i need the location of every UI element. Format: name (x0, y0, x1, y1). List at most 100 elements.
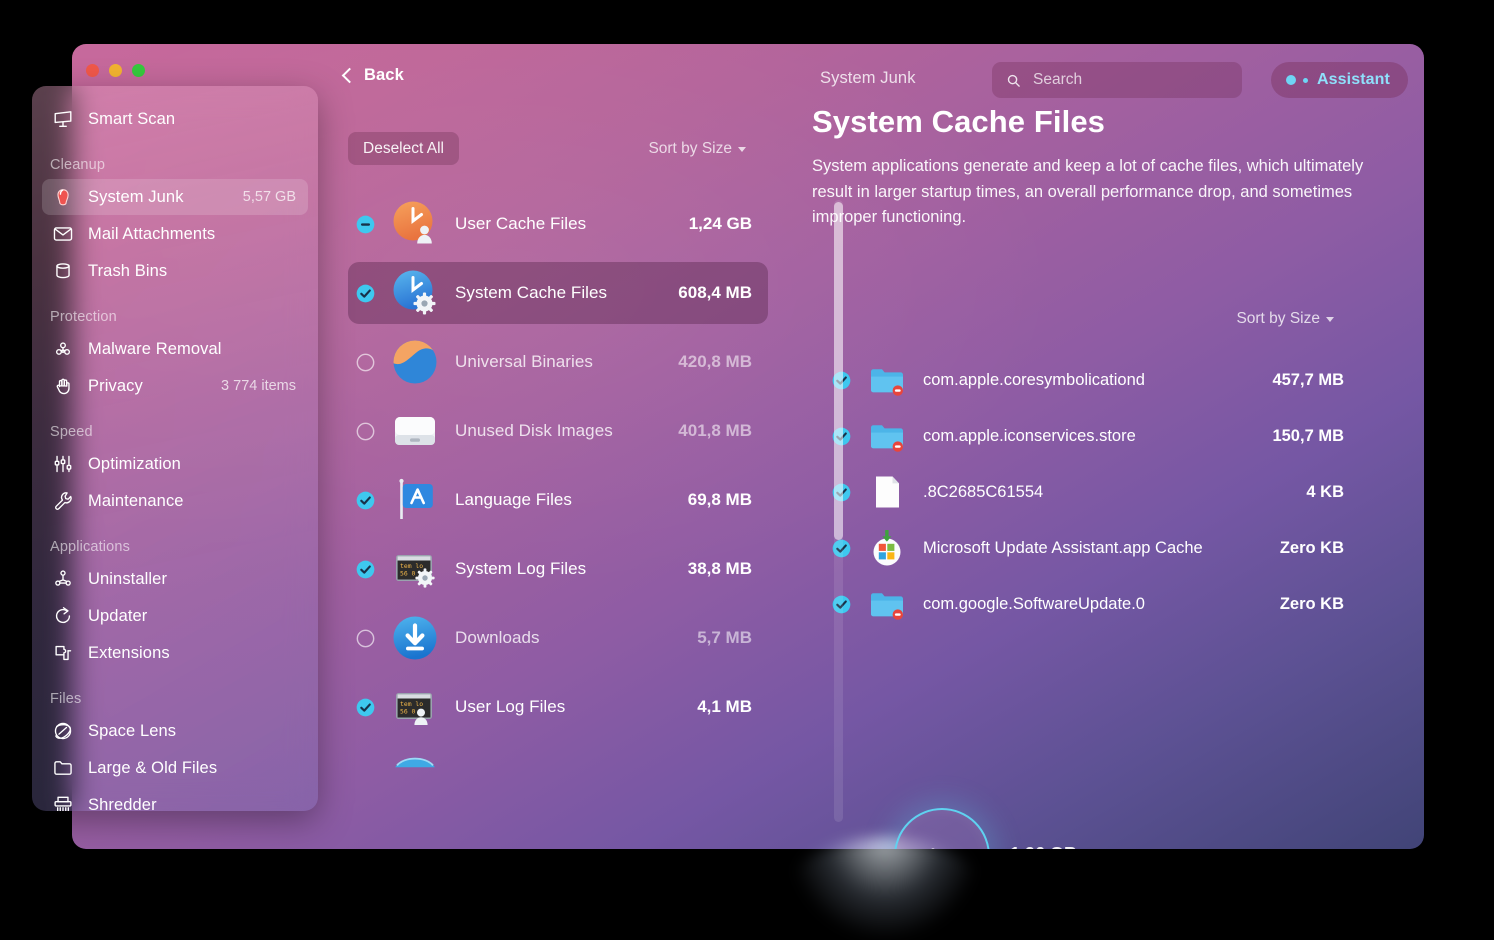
search-input[interactable]: Search (992, 62, 1242, 98)
table-row[interactable]: Universal Binaries 420,8 MB (348, 331, 768, 393)
assistant-dot-large-icon (1286, 75, 1296, 85)
zoom-button[interactable] (132, 64, 145, 77)
row-label: Unused Disk Images (455, 421, 613, 440)
sidebar-item-badge: 3 774 items (221, 378, 296, 394)
table-row[interactable]: User Cache Files 1,24 GB (348, 193, 768, 255)
deselect-all-button[interactable]: Deselect All (348, 132, 459, 165)
universal-binaries-icon (391, 338, 439, 386)
sidebar-item-label: Updater (88, 606, 148, 625)
search-icon (1007, 74, 1020, 87)
updater-icon (52, 605, 74, 627)
assistant-label: Assistant (1317, 71, 1390, 88)
sidebar-group-title: Speed (50, 424, 93, 440)
sidebar-item-uninstaller[interactable]: Uninstaller (42, 561, 308, 597)
list-item[interactable]: com.apple.coresymbolicationd 457,7 MB (832, 352, 1344, 408)
row-label: User Log Files (455, 697, 566, 716)
file-size: Zero KB (1279, 538, 1344, 557)
shredder-icon (52, 794, 74, 811)
sidebar-item-maintenance[interactable]: Maintenance (42, 483, 308, 519)
table-row[interactable]: Unused Disk Images 401,8 MB (348, 400, 768, 462)
chevron-down-icon (738, 146, 746, 152)
sidebar-item-malware-removal[interactable]: Malware Removal (42, 331, 308, 367)
sidebar-item-privacy[interactable]: Privacy 3 774 items (42, 368, 308, 404)
sidebar-item-label: System Junk (88, 187, 184, 206)
table-row[interactable]: System Cache Files 608,4 MB (348, 262, 768, 324)
microsoft-update-icon (869, 529, 905, 566)
list-item[interactable]: .8C2685C61554 4 KB (832, 464, 1344, 520)
system-junk-icon (52, 186, 74, 208)
assistant-button[interactable]: Assistant (1271, 62, 1408, 98)
list-item[interactable]: com.google.SoftwareUpdate.0 Zero KB (832, 576, 1344, 632)
center-sort-label: Sort by Size (648, 140, 732, 157)
table-row[interactable]: tem lo 56 0 User Log Files 4,1 MB (348, 676, 768, 738)
detail-description: System applications generate and keep a … (812, 157, 1364, 226)
row-size: 401,8 MB (678, 421, 752, 440)
clean-button[interactable]: Clean (894, 808, 990, 849)
biohazard-icon (52, 338, 74, 360)
folder-blocked-icon (869, 362, 905, 398)
blank-document-icon (869, 474, 905, 510)
sidebar-item-shredder[interactable]: Shredder (42, 787, 308, 811)
sidebar-group-title: Applications (50, 539, 130, 555)
system-cache-clock-icon (391, 269, 439, 317)
sidebar-item-optimization[interactable]: Optimization (42, 446, 308, 482)
sidebar-item-label: Uninstaller (88, 569, 168, 588)
table-row[interactable]: Downloads 5,7 MB (348, 607, 768, 669)
table-row[interactable]: Language Files 69,8 MB (348, 469, 768, 531)
row-checkbox[interactable] (356, 629, 375, 648)
back-button-label: Back (364, 66, 404, 84)
extensions-icon (52, 642, 74, 664)
language-flag-icon (391, 476, 439, 524)
svg-text:56 0: 56 0 (400, 708, 416, 716)
sidebar-item-mail-attachments[interactable]: Mail Attachments (42, 216, 308, 252)
clean-button-glow (790, 838, 980, 938)
deselect-all-label: Deselect All (363, 139, 444, 157)
center-scrollbar-thumb[interactable] (834, 202, 843, 540)
wrench-icon (52, 490, 74, 512)
sidebar: Smart Scan Cleanup System Junk 5,57 GB Mail … (32, 86, 318, 811)
sidebar-item-smart-scan[interactable]: Smart Scan (42, 101, 308, 137)
row-label: Universal Binaries (455, 352, 593, 371)
file-size: 4 KB (1306, 482, 1344, 501)
sidebar-group-title: Cleanup (50, 157, 106, 173)
table-row-partial[interactable] (348, 745, 768, 775)
row-label: System Log Files (455, 559, 587, 578)
file-name: .8C2685C61554 (923, 482, 1044, 501)
sidebar-item-large-old-files[interactable]: Large & Old Files (42, 750, 308, 786)
sidebar-item-trash-bins[interactable]: Trash Bins (42, 253, 308, 289)
user-cache-clock-icon (391, 200, 439, 248)
table-row[interactable]: tem lo 56 0 System Log Files 38,8 MB (348, 538, 768, 600)
hand-icon (52, 375, 74, 397)
smart-scan-icon (52, 108, 74, 130)
sidebar-item-space-lens[interactable]: Space Lens (42, 713, 308, 749)
sidebar-item-label: Extensions (88, 643, 170, 662)
row-checkbox[interactable] (356, 284, 375, 303)
sidebar-item-updater[interactable]: Updater (42, 598, 308, 634)
close-button[interactable] (86, 64, 99, 77)
sidebar-item-system-junk[interactable]: System Junk 5,57 GB (42, 179, 308, 215)
row-checkbox[interactable] (356, 422, 375, 441)
row-checkbox[interactable] (356, 215, 375, 234)
assistant-dot-small-icon (1303, 77, 1308, 83)
back-button[interactable]: Back (341, 66, 404, 85)
list-item[interactable]: Microsoft Update Assistant.app Cache Zero… (832, 520, 1344, 576)
row-checkbox[interactable] (356, 560, 375, 579)
center-sort-by-size[interactable]: Sort by Size (648, 140, 746, 158)
sidebar-group-title: Protection (50, 309, 117, 325)
space-lens-icon (52, 720, 74, 742)
sidebar-item-extensions[interactable]: Extensions (42, 635, 308, 671)
sidebar-item-label: Smart Scan (88, 109, 176, 128)
detail-sort-by-size[interactable]: Sort by Size (1236, 310, 1334, 328)
list-item[interactable]: com.apple.iconservices.store 150,7 MB (832, 408, 1344, 464)
row-checkbox[interactable] (356, 698, 375, 717)
minimize-button[interactable] (109, 64, 122, 77)
mail-icon (52, 223, 74, 245)
uninstaller-icon (52, 568, 74, 590)
window-controls (86, 64, 145, 77)
row-checkbox[interactable] (356, 353, 375, 372)
row-checkbox[interactable] (356, 491, 375, 510)
sidebar-item-label: Trash Bins (88, 261, 168, 280)
clean-size-total: 1,96 GB (1010, 844, 1077, 849)
sidebar-item-label: Mail Attachments (88, 224, 216, 243)
window-title: System Junk (820, 69, 916, 87)
